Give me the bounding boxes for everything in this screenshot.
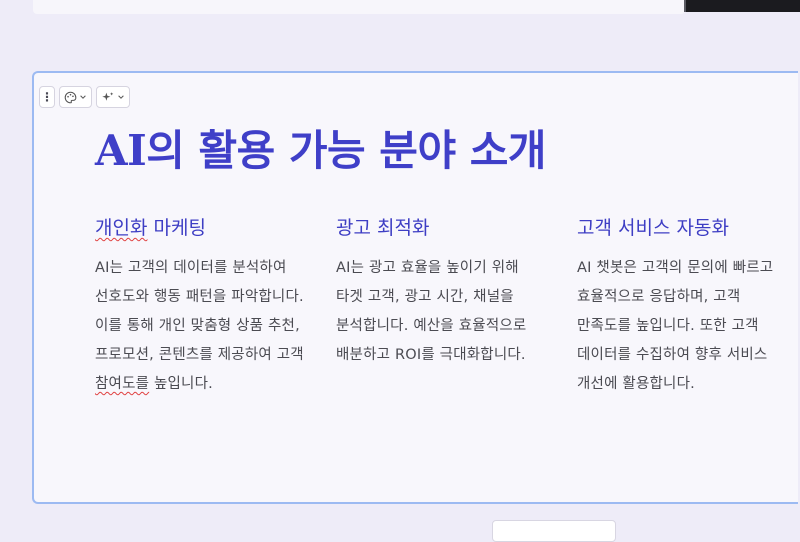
bottom-floating-toolbar[interactable] [492, 520, 616, 542]
previous-slide-card[interactable] [33, 0, 685, 14]
column-heading[interactable]: 고객 서비스 자동화 [577, 213, 787, 240]
vertical-dots-icon: ⋮ [41, 90, 53, 104]
column-body[interactable]: AI는 고객의 데이터를 분석하여 선호도와 행동 패턴을 파악합니다. 이를 … [95, 254, 305, 399]
more-options-button[interactable]: ⋮ [39, 86, 55, 108]
heading-text: 마케팅 [147, 217, 206, 239]
sparkle-icon [101, 91, 115, 104]
column-customer-service-automation: 고객 서비스 자동화 AI 챗봇은 고객의 문의에 빠르고 효율적으로 응답하며… [577, 213, 787, 399]
column-personalized-marketing: 개인화 마케팅 AI는 고객의 데이터를 분석하여 선호도와 행동 패턴을 파악… [95, 213, 305, 399]
spellcheck-word[interactable]: 개인화 [95, 217, 147, 239]
column-heading[interactable]: 광고 최적화 [336, 213, 546, 240]
body-text: AI는 고객의 데이터를 분석하여 선호도와 행동 패턴을 파악합니다. 이를 … [95, 260, 304, 363]
body-text: 높입니다. [149, 376, 213, 392]
chevron-down-icon [117, 93, 125, 101]
ai-assist-button[interactable] [96, 86, 130, 108]
spellcheck-word[interactable]: 참여도를 [95, 376, 149, 392]
slide-title[interactable]: AI의 활용 가능 분야 소개 [95, 117, 546, 178]
column-ad-optimization: 광고 최적화 AI는 광고 효율을 높이기 위해 타겟 고객, 광고 시간, 채… [336, 213, 546, 370]
column-body[interactable]: AI 챗봇은 고객의 문의에 빠르고 효율적으로 응답하며, 고객 만족도를 높… [577, 254, 787, 399]
palette-icon [64, 91, 77, 104]
card-toolbar: ⋮ [39, 86, 130, 108]
slide-card[interactable]: ⋮ AI의 활용 가능 분야 소개 개인화 마케팅 AI는 고객의 데이터를 분… [32, 71, 798, 504]
chevron-down-icon [79, 93, 87, 101]
column-body[interactable]: AI는 광고 효율을 높이기 위해 타겟 고객, 광고 시간, 채널을 분석합니… [336, 254, 546, 370]
theme-button[interactable] [59, 86, 92, 108]
column-heading[interactable]: 개인화 마케팅 [95, 213, 305, 240]
dark-slide-thumbnail[interactable] [684, 0, 800, 12]
